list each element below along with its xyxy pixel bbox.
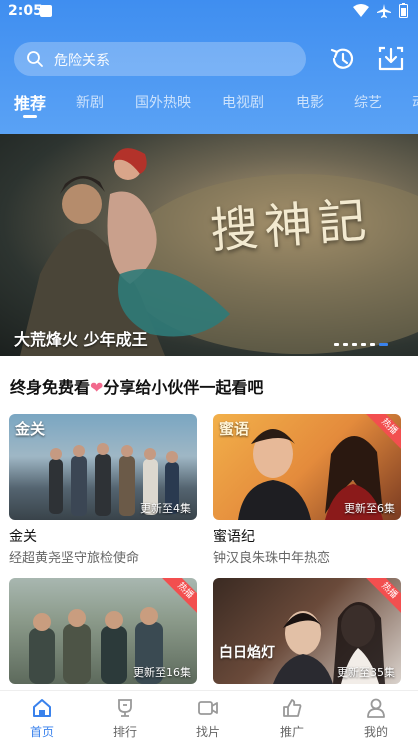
tab-recommend[interactable]: 推荐 bbox=[14, 92, 46, 114]
tab-animation[interactable]: 动 bbox=[412, 92, 418, 112]
battery-icon bbox=[399, 3, 408, 18]
episode-update-label: 更新至4集 bbox=[140, 502, 191, 515]
banner-dot-active[interactable] bbox=[379, 343, 388, 346]
banner-dot[interactable] bbox=[334, 343, 339, 346]
nav-label: 排行 bbox=[112, 725, 137, 739]
video-card[interactable]: 白日焰灯 热播 更新至35集 bbox=[213, 578, 401, 684]
video-title: 蜜语纪 bbox=[213, 529, 255, 545]
section-title-right: 分享给小伙伴一起看吧 bbox=[103, 378, 264, 397]
video-icon bbox=[198, 701, 218, 715]
app-screen: 2:05 危险关系 推荐 新剧 国外热映 电视剧 电影 综艺 搜神記 大荒烽火 … bbox=[0, 0, 418, 743]
tab-variety[interactable]: 综艺 bbox=[354, 92, 382, 112]
thumbnail-logo-text: 金关 bbox=[15, 420, 46, 438]
banner-pagination bbox=[334, 343, 388, 346]
tab-tv-series[interactable]: 电视剧 bbox=[222, 92, 264, 112]
trophy-icon bbox=[118, 699, 132, 717]
episode-update-label: 更新至35集 bbox=[337, 666, 395, 679]
status-time: 2:05 bbox=[8, 3, 43, 19]
header: 2:05 危险关系 推荐 新剧 国外热映 电视剧 电影 综艺 bbox=[0, 0, 418, 134]
banner-dot[interactable] bbox=[361, 343, 366, 346]
video-card[interactable]: 热播 更新至16集 bbox=[9, 578, 197, 684]
video-card[interactable]: 金关 更新至4集 金关 经超黄尧坚守旅检使命 bbox=[9, 414, 197, 566]
video-title: 金关 bbox=[9, 529, 37, 545]
nav-profile[interactable]: 我的 bbox=[346, 691, 406, 743]
nav-label: 找片 bbox=[195, 725, 220, 739]
home-icon bbox=[33, 699, 51, 717]
tab-foreign-hits[interactable]: 国外热映 bbox=[135, 92, 191, 112]
section-title-left: 终身免费看 bbox=[10, 378, 91, 397]
airplane-icon bbox=[377, 3, 391, 18]
heart-icon: ❤ bbox=[90, 378, 104, 397]
tab-movies[interactable]: 电影 bbox=[296, 92, 324, 112]
download-icon[interactable] bbox=[376, 44, 406, 74]
nav-label: 我的 bbox=[363, 725, 388, 739]
banner-dot[interactable] bbox=[352, 343, 357, 346]
nav-home[interactable]: 首页 bbox=[12, 691, 72, 743]
banner-dot[interactable] bbox=[343, 343, 348, 346]
category-tabs: 推荐 新剧 国外热映 电视剧 电影 综艺 动 bbox=[0, 92, 418, 128]
nav-label: 推广 bbox=[279, 725, 304, 739]
video-thumbnail[interactable]: 热播 更新至16集 bbox=[9, 578, 197, 684]
banner-title: 大荒烽火 少年成王 bbox=[14, 330, 148, 349]
history-icon[interactable] bbox=[328, 44, 358, 74]
bottom-navigation: 首页 排行 找片 推广 我的 bbox=[0, 690, 418, 743]
nav-label: 首页 bbox=[29, 725, 54, 739]
video-card[interactable]: 蜜语 热播 更新至6集 蜜语纪 钟汉良朱珠中年热恋 bbox=[213, 414, 401, 566]
video-thumbnail[interactable]: 金关 更新至4集 bbox=[9, 414, 197, 520]
nav-promote[interactable]: 推广 bbox=[262, 691, 322, 743]
banner-dot[interactable] bbox=[370, 343, 375, 346]
thumbnail-logo-text: 白日焰灯 bbox=[219, 645, 275, 661]
status-icons bbox=[353, 3, 408, 18]
user-icon bbox=[367, 698, 385, 718]
thumbnail-logo-text: 蜜语 bbox=[219, 420, 250, 438]
video-thumbnail[interactable]: 白日焰灯 热播 更新至35集 bbox=[213, 578, 401, 684]
video-subtitle: 钟汉良朱珠中年热恋 bbox=[213, 551, 331, 566]
video-subtitle: 经超黄尧坚守旅检使命 bbox=[9, 551, 140, 566]
wifi-icon bbox=[353, 3, 369, 17]
episode-update-label: 更新至6集 bbox=[344, 502, 395, 515]
nav-ranking[interactable]: 排行 bbox=[95, 691, 155, 743]
share-section-title: 终身免费看❤分享给小伙伴一起看吧 bbox=[10, 374, 263, 398]
banner-logo-text: 搜神記 bbox=[208, 192, 375, 260]
video-thumbnail[interactable]: 蜜语 热播 更新至6集 bbox=[213, 414, 401, 520]
search-placeholder: 危险关系 bbox=[54, 53, 110, 69]
featured-banner[interactable]: 搜神記 大荒烽火 少年成王 bbox=[0, 134, 418, 356]
thumb-up-icon bbox=[283, 699, 302, 717]
status-bar: 2:05 bbox=[0, 0, 418, 24]
app-notification-icon bbox=[40, 5, 52, 17]
episode-update-label: 更新至16集 bbox=[133, 666, 191, 679]
tab-active-indicator bbox=[23, 115, 37, 118]
tab-new-drama[interactable]: 新剧 bbox=[76, 92, 104, 112]
search-input[interactable]: 危险关系 bbox=[14, 42, 306, 76]
search-icon bbox=[27, 51, 43, 67]
nav-find[interactable]: 找片 bbox=[178, 691, 238, 743]
